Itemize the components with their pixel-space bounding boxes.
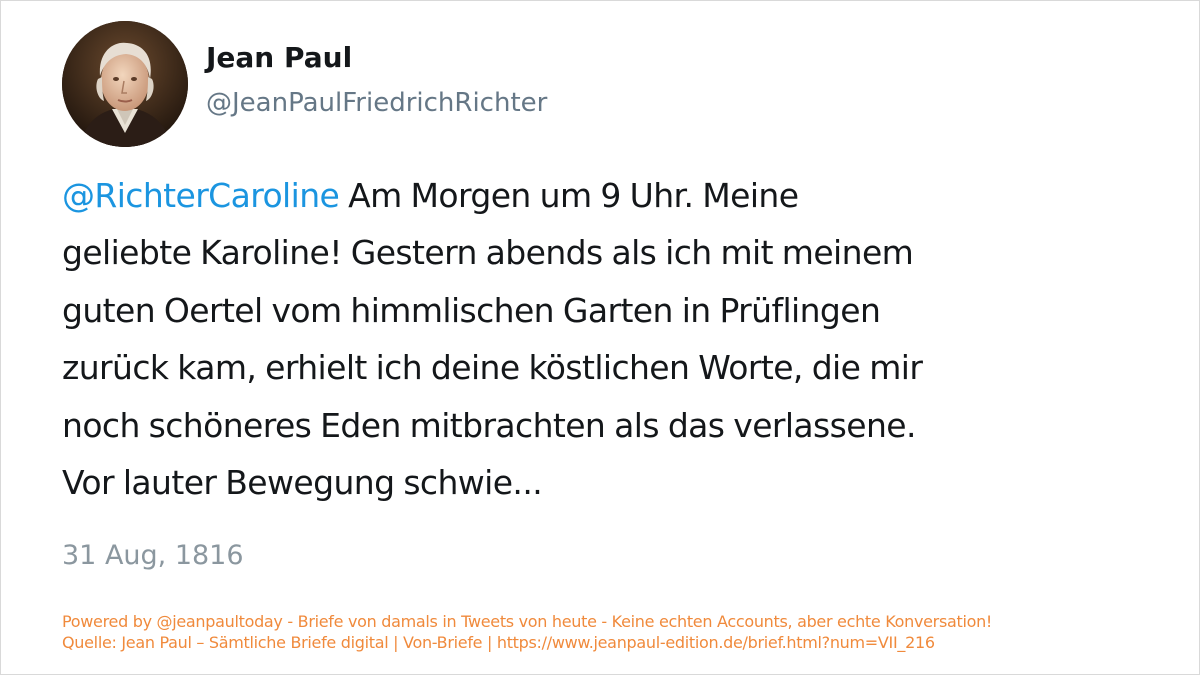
tweet-date[interactable]: 31 Aug, 1816 bbox=[62, 540, 244, 571]
display-name[interactable]: Jean Paul bbox=[206, 41, 352, 74]
tweet-text: @RichterCaroline Am Morgen um 9 Uhr. Mei… bbox=[62, 167, 1122, 511]
footer-credits: Powered by @jeanpaultoday - Briefe von d… bbox=[62, 611, 992, 653]
tweet-line-2: geliebte Karoline! Gestern abends als ic… bbox=[62, 233, 914, 273]
tweet-card: Jean Paul @JeanPaulFriedrichRichter @Ric… bbox=[0, 0, 1200, 675]
powered-by-text: Powered by @jeanpaultoday - Briefe von d… bbox=[62, 612, 993, 631]
user-handle[interactable]: @JeanPaulFriedrichRichter bbox=[206, 88, 547, 118]
avatar[interactable] bbox=[62, 21, 188, 147]
tweet-line-1: @RichterCaroline Am Morgen um 9 Uhr. Mei… bbox=[62, 167, 1122, 224]
tweet-line-6: Vor lauter Bewegung schwie... bbox=[62, 463, 543, 503]
tweet-line-5: noch schöneres Eden mitbrachten als das … bbox=[62, 405, 916, 445]
portrait-icon bbox=[62, 21, 188, 147]
tweet-line-3: guten Oertel vom himmlischen Garten in P… bbox=[62, 290, 881, 330]
tweet-line-4: zurück kam, erhielt ich deine köstlichen… bbox=[62, 348, 923, 388]
mention-link[interactable]: @RichterCaroline bbox=[62, 176, 340, 215]
tweet-line-1-text: Am Morgen um 9 Uhr. Meine bbox=[339, 176, 799, 215]
source-text: Quelle: Jean Paul – Sämtliche Briefe dig… bbox=[62, 633, 935, 652]
